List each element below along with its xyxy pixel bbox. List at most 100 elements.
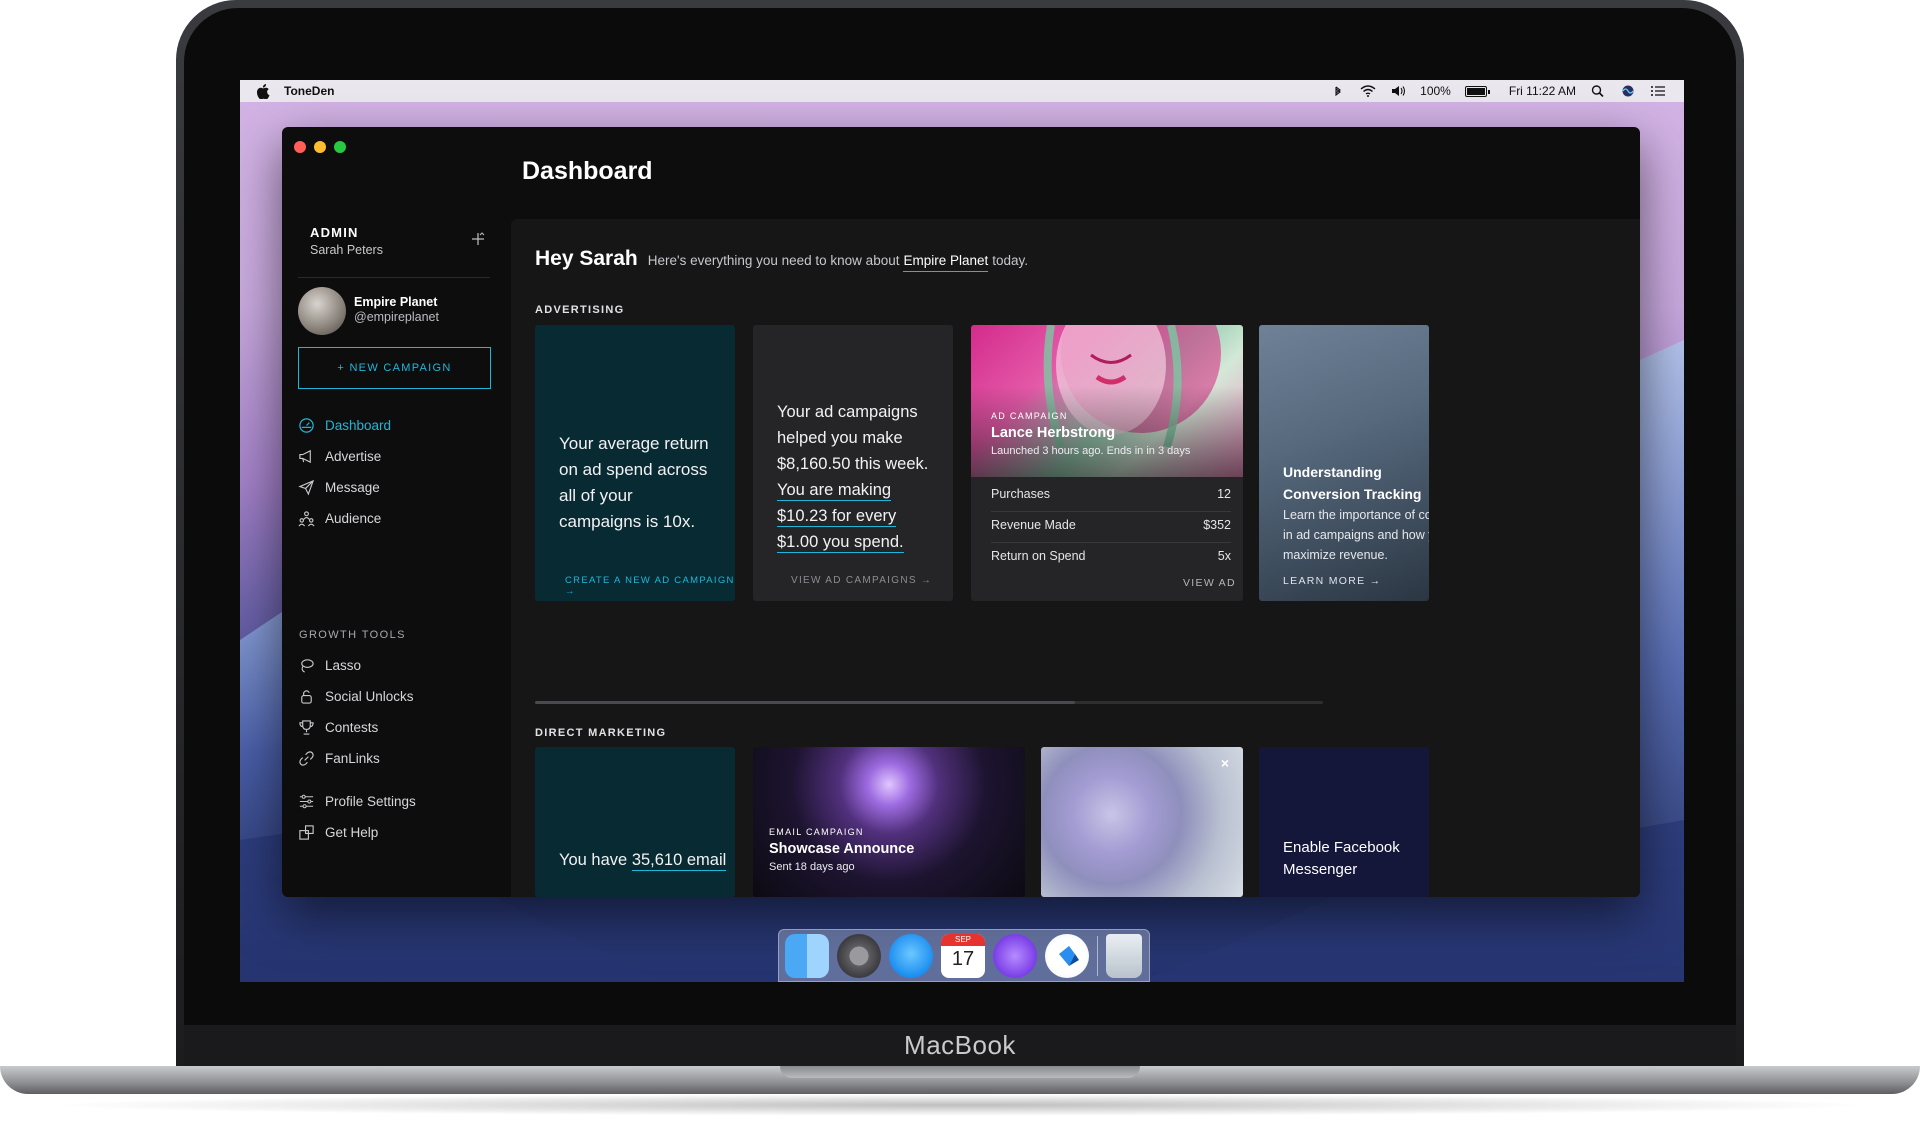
sidebar-item-label: Advertise: [325, 449, 382, 464]
trash-icon[interactable]: [1106, 933, 1142, 978]
roas-card[interactable]: Your average return on ad spend across a…: [535, 325, 735, 601]
sidebar-item-profile-settings[interactable]: Profile Settings: [298, 793, 498, 810]
link-icon: [299, 751, 314, 766]
view-ad-campaigns-link[interactable]: VIEW AD CAMPAIGNS →: [791, 575, 932, 586]
siri-icon[interactable]: [1620, 85, 1636, 97]
sidebar-item-lasso[interactable]: Lasso: [298, 657, 498, 674]
promo-image-card[interactable]: ×: [1041, 747, 1243, 897]
notification-center-icon[interactable]: [1650, 85, 1666, 97]
email-stat-card[interactable]: You have 35,610 email: [535, 747, 735, 897]
earnings-text: Your ad campaigns helped you make $8,160…: [777, 399, 939, 555]
earnings-card[interactable]: Your ad campaigns helped you make $8,160…: [753, 325, 953, 601]
laptop-shadow: [40, 1094, 1880, 1116]
messages-icon[interactable]: [889, 933, 933, 978]
volume-icon[interactable]: [1390, 85, 1406, 97]
greeting-today: today.: [992, 253, 1029, 268]
macos-menu-bar: ToneDen 100% Fri 11:22 AM: [240, 80, 1684, 102]
learn-card-title-line2: Conversion Tracking: [1283, 486, 1422, 502]
menubar-clock[interactable]: Fri 11:22 AM: [1509, 84, 1576, 98]
learn-card-body: Learn the importance of conversion track…: [1283, 508, 1429, 562]
sidebar-item-fanlinks[interactable]: FanLinks: [298, 750, 498, 767]
sidebar-item-contests[interactable]: Contests: [298, 719, 498, 736]
create-ad-campaign-link[interactable]: CREATE A NEW AD CAMPAIGN →: [565, 575, 735, 597]
window-zoom-button[interactable]: [334, 141, 346, 153]
facebook-messenger-card[interactable]: Enable Facebook Messenger: [1259, 747, 1429, 897]
page-title: Dashboard: [522, 157, 653, 185]
learn-card-title-line1: Understanding: [1283, 464, 1382, 480]
ad-stat-label: Return on Spend: [991, 549, 1086, 563]
calendar-day: 17: [951, 947, 975, 970]
window-close-button[interactable]: [294, 141, 306, 153]
window-minimize-button[interactable]: [314, 141, 326, 153]
ad-campaign-kicker: AD CAMPAIGN: [991, 411, 1068, 421]
roas-text: Your average return on ad spend across a…: [559, 434, 709, 531]
greeting-title: Hey Sarah: [535, 247, 638, 270]
email-campaign-card[interactable]: EMAIL CAMPAIGN Showcase Announce Sent 18…: [753, 747, 1025, 897]
sidebar-item-social-unlocks[interactable]: Social Unlocks: [298, 688, 498, 705]
menubar-app-name[interactable]: ToneDen: [284, 84, 334, 98]
ad-stat-value: 12: [1217, 487, 1231, 501]
learn-card-title: Understanding Conversion Tracking: [1283, 461, 1421, 505]
sidebar-item-advertise[interactable]: Advertise: [298, 448, 498, 465]
learn-more-link[interactable]: LEARN MORE →: [1283, 575, 1381, 587]
ad-stat-row: Return on Spend 5x: [991, 549, 1231, 573]
dashboard-icon: [299, 418, 314, 433]
bluetooth-icon[interactable]: [1330, 85, 1346, 97]
macos-dock: SEP 17: [778, 929, 1150, 982]
view-ad-link[interactable]: VIEW AD: [1183, 577, 1236, 589]
ad-campaign-card[interactable]: AD CAMPAIGN Lance Herbstrong Launched 3 …: [971, 325, 1243, 601]
toneden-logo: [1059, 945, 1079, 966]
ad-campaign-meta: Launched 3 hours ago. Ends in in 3 days: [991, 445, 1191, 457]
email-campaign-title[interactable]: Showcase Announce: [769, 841, 914, 857]
device-brand: MacBook: [904, 1030, 1016, 1060]
sidebar-item-label: Contests: [325, 720, 379, 735]
facebook-messenger-line2: Messenger: [1283, 861, 1358, 878]
ad-campaign-title[interactable]: Lance Herbstrong: [991, 425, 1115, 441]
audience-icon: [298, 511, 315, 527]
spotlight-search-icon[interactable]: [1590, 85, 1606, 97]
dock-separator: [1097, 935, 1098, 976]
sidebar-item-label: Get Help: [325, 825, 379, 840]
email-stat-prefix: You have: [559, 851, 628, 869]
profile-handle: @empireplanet: [354, 310, 439, 324]
greeting-org-link[interactable]: Empire Planet: [903, 253, 989, 272]
battery-icon[interactable]: [1464, 85, 1490, 97]
sidebar-item-label: FanLinks: [325, 751, 380, 766]
profile-name[interactable]: Empire Planet: [354, 295, 437, 309]
sidebar-item-audience[interactable]: Audience: [298, 510, 498, 527]
sidebar-item-get-help[interactable]: Get Help: [298, 824, 498, 841]
apple-icon[interactable]: [256, 83, 270, 99]
avatar[interactable]: [298, 287, 346, 335]
email-campaign-meta: Sent 18 days ago: [769, 861, 855, 873]
menubar-status-area: 100% Fri 11:22 AM: [1330, 84, 1666, 98]
promo-image-artwork: [1041, 747, 1243, 897]
new-campaign-button[interactable]: + NEW CAMPAIGN: [298, 347, 491, 389]
sidebar-item-dashboard[interactable]: Dashboard: [298, 417, 498, 434]
ad-stat-row: Purchases 12: [991, 487, 1231, 512]
advertising-carousel-scrollbar[interactable]: [535, 701, 1323, 704]
earnings-text-line2: You are making $10.23 for every $1.00 yo…: [777, 481, 904, 553]
sidebar-item-label: Social Unlocks: [325, 689, 414, 704]
sidebar-item-label: Message: [325, 480, 380, 495]
paper-plane-icon: [298, 479, 315, 496]
system-preferences-icon[interactable]: [837, 933, 881, 978]
megaphone-icon: [299, 449, 311, 464]
toneden-app-window: Dashboard ADMIN Sarah Peters Empire Plan…: [282, 127, 1640, 897]
ad-stat-label: Revenue Made: [991, 518, 1076, 532]
earnings-text-line1: Your ad campaigns helped you make $8,160…: [777, 403, 929, 473]
learn-card[interactable]: Understanding Conversion Tracking Learn …: [1259, 325, 1429, 601]
podcasts-icon[interactable]: [993, 933, 1037, 978]
email-stat-text: You have 35,610 email: [559, 847, 727, 873]
calendar-icon[interactable]: SEP 17: [941, 933, 985, 978]
lock-icon: [301, 690, 312, 704]
facebook-messenger-title: Enable Facebook Messenger: [1283, 837, 1400, 881]
wifi-icon[interactable]: [1360, 85, 1376, 97]
finder-icon[interactable]: [785, 933, 829, 978]
close-icon[interactable]: ×: [1221, 755, 1229, 771]
scrollbar-thumb[interactable]: [535, 701, 1075, 704]
toneden-icon[interactable]: [1045, 933, 1089, 978]
sidebar-divider: [298, 277, 490, 278]
email-campaign-kicker: EMAIL CAMPAIGN: [769, 827, 864, 837]
sidebar-item-message[interactable]: Message: [298, 479, 498, 496]
switch-account-icon[interactable]: [470, 231, 486, 247]
